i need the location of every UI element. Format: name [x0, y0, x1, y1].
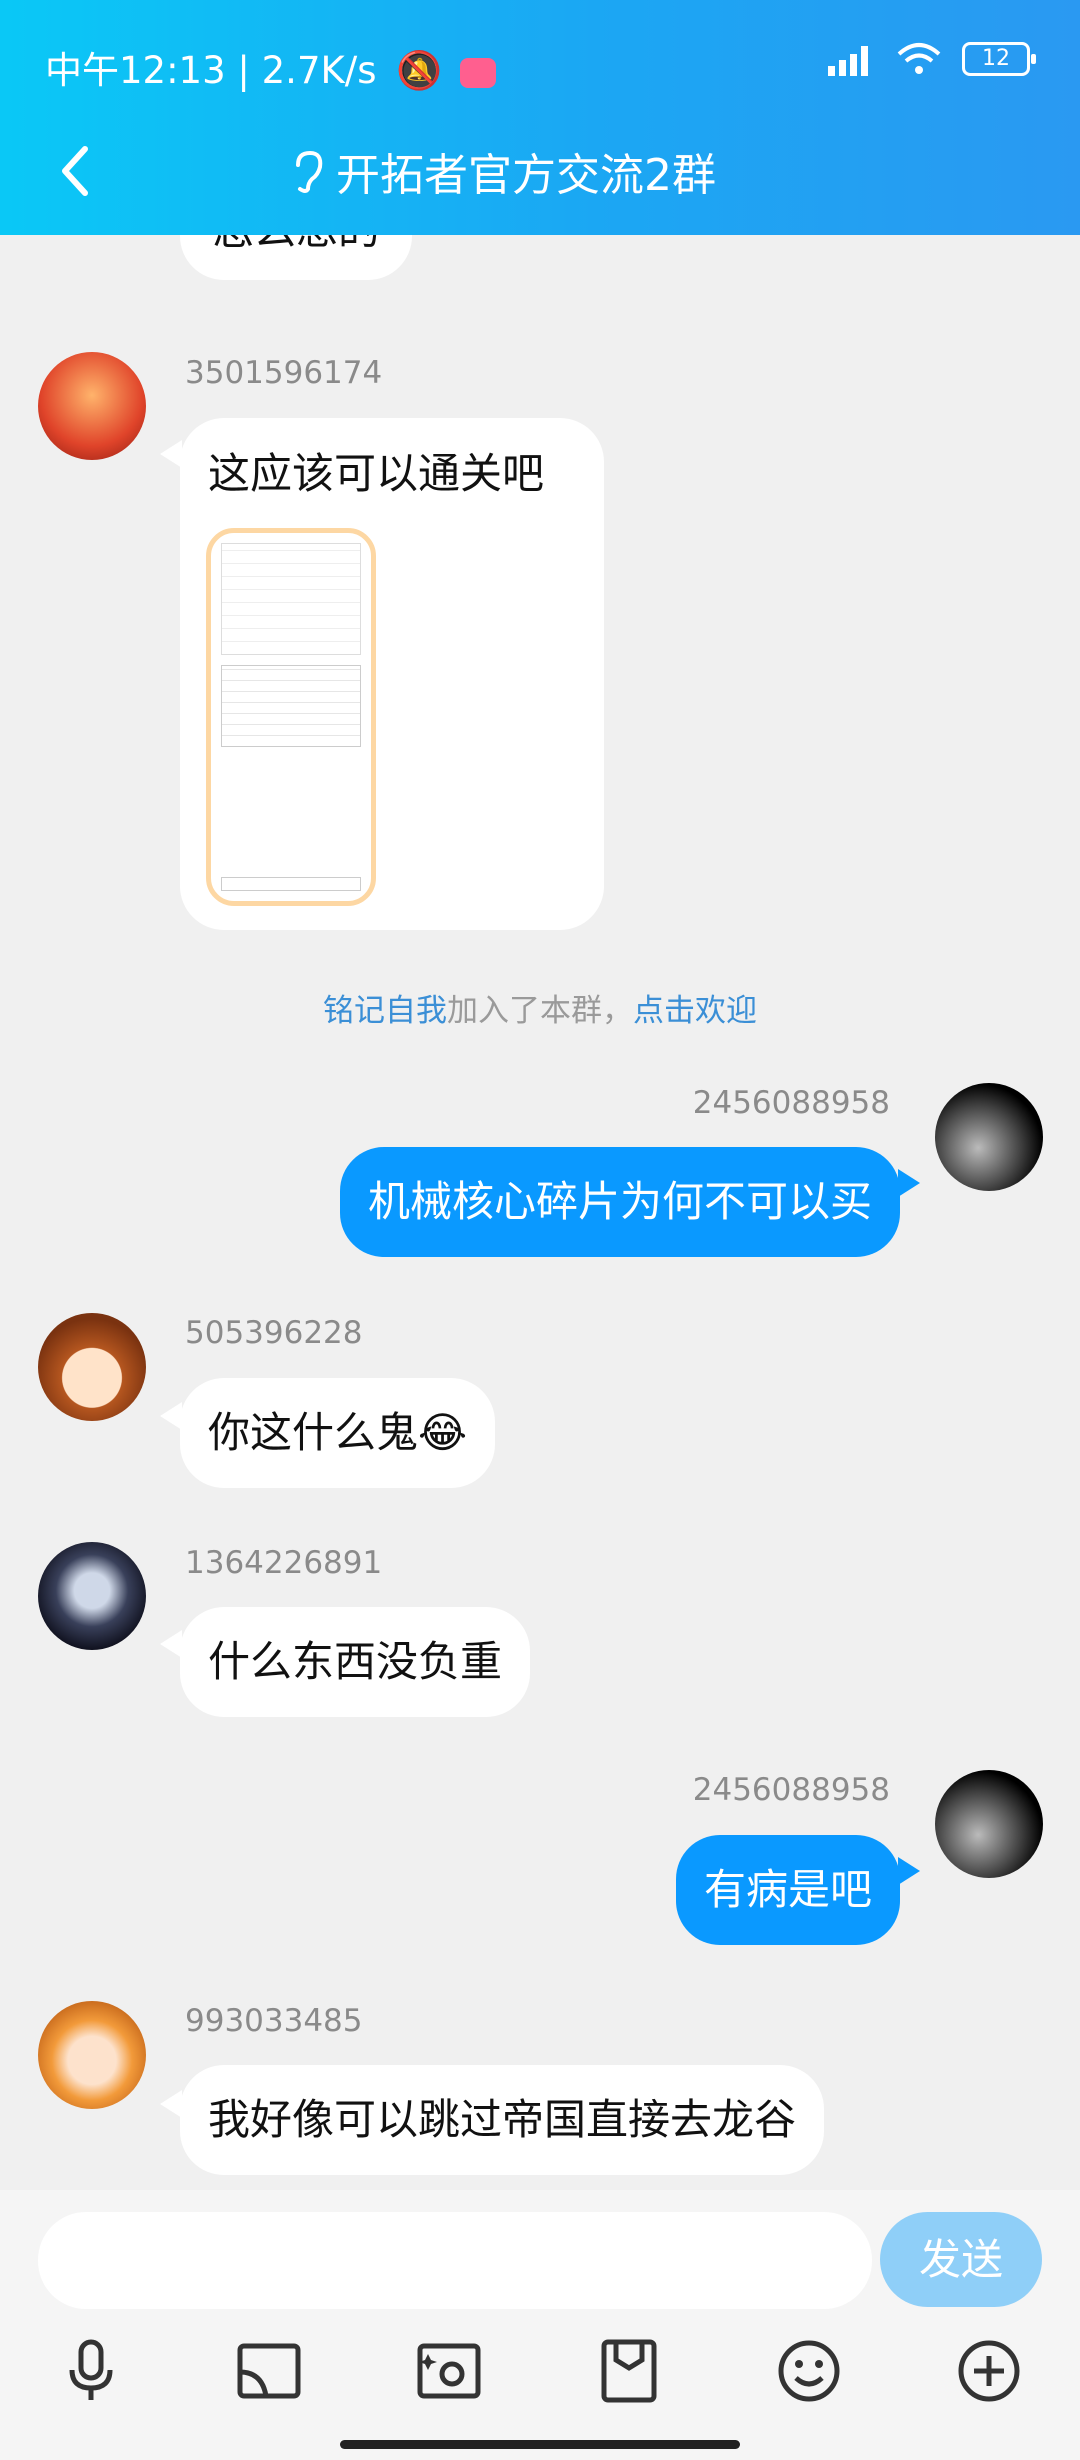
battery-level: 12 — [982, 46, 1010, 71]
sender-name: 1364226891 — [185, 1545, 383, 1581]
message-bubble[interactable]: 有病是吧 — [675, 1835, 900, 1945]
header: 中午12:13 | 2.7K/s 🔕 12 开拓者官方交流2群 — [0, 0, 1080, 235]
ear-icon — [296, 150, 323, 193]
message-image[interactable] — [206, 528, 376, 906]
battery-icon: 12 — [962, 42, 1036, 76]
member-name-link[interactable]: 铭记自我 — [323, 993, 447, 1029]
message-bubble[interactable]: 这应该可以通关吧 — [180, 418, 604, 930]
sender-name: 993033485 — [185, 2003, 363, 2039]
input-bar: 发送 — [0, 2190, 1080, 2460]
app-notification-icon — [460, 57, 497, 88]
avatar[interactable] — [935, 1770, 1043, 1878]
message-bubble[interactable]: 机械核心碎片为何不可以买 — [339, 1147, 900, 1257]
photo-icon[interactable] — [416, 2338, 482, 2404]
plus-icon[interactable] — [956, 2338, 1022, 2404]
avatar[interactable] — [38, 2001, 146, 2109]
message-input[interactable] — [38, 2212, 872, 2309]
chat-title-text: 开拓者官方交流2群 — [336, 150, 716, 201]
avatar[interactable] — [38, 1313, 146, 1421]
message-bubble[interactable]: 我好像可以跳过帝国直接去龙谷 — [180, 2065, 825, 2175]
status-bar-left: 中午12:13 | 2.7K/s 🔕 — [45, 40, 497, 94]
chat-area[interactable]: 怎么想的 3501596174 这应该可以通关吧 铭记自我加入了本群，点击欢迎 … — [0, 235, 1080, 2190]
back-icon[interactable] — [55, 145, 95, 197]
message-bubble[interactable]: 你这什么鬼😂 — [180, 1378, 496, 1488]
toolbar — [0, 2338, 1080, 2408]
message-bubble[interactable]: 什么东西没负重 — [180, 1607, 531, 1717]
status-bar-right: 12 — [826, 42, 1036, 76]
send-button[interactable]: 发送 — [880, 2212, 1042, 2307]
message-text: 这应该可以通关吧 — [208, 449, 545, 498]
sender-name: 2456088958 — [692, 1085, 890, 1121]
sender-name: 505396228 — [185, 1315, 363, 1351]
message-bubble[interactable]: 怎么想的 — [180, 235, 413, 280]
home-indicator[interactable] — [340, 2440, 740, 2449]
microphone-icon[interactable] — [58, 2338, 124, 2404]
avatar[interactable] — [38, 1542, 146, 1650]
mute-icon: 🔕 — [396, 49, 443, 92]
avatar[interactable] — [935, 1083, 1043, 1191]
emoji-icon[interactable] — [776, 2338, 842, 2404]
cast-icon[interactable] — [236, 2338, 302, 2404]
wifi-icon — [897, 43, 941, 74]
file-icon[interactable] — [596, 2338, 662, 2404]
sender-name: 2456088958 — [692, 1772, 890, 1808]
network-speed: 2.7K/s — [261, 49, 377, 92]
title-bar: 开拓者官方交流2群 — [0, 125, 1080, 215]
avatar[interactable] — [38, 352, 146, 460]
status-time: 中午12:13 — [45, 49, 226, 92]
system-message: 铭记自我加入了本群，点击欢迎 — [323, 993, 757, 1029]
welcome-link[interactable]: 点击欢迎 — [633, 993, 757, 1029]
sender-name: 3501596174 — [185, 355, 383, 391]
chat-title: 开拓者官方交流2群 — [290, 139, 716, 203]
signal-icon — [828, 46, 868, 76]
